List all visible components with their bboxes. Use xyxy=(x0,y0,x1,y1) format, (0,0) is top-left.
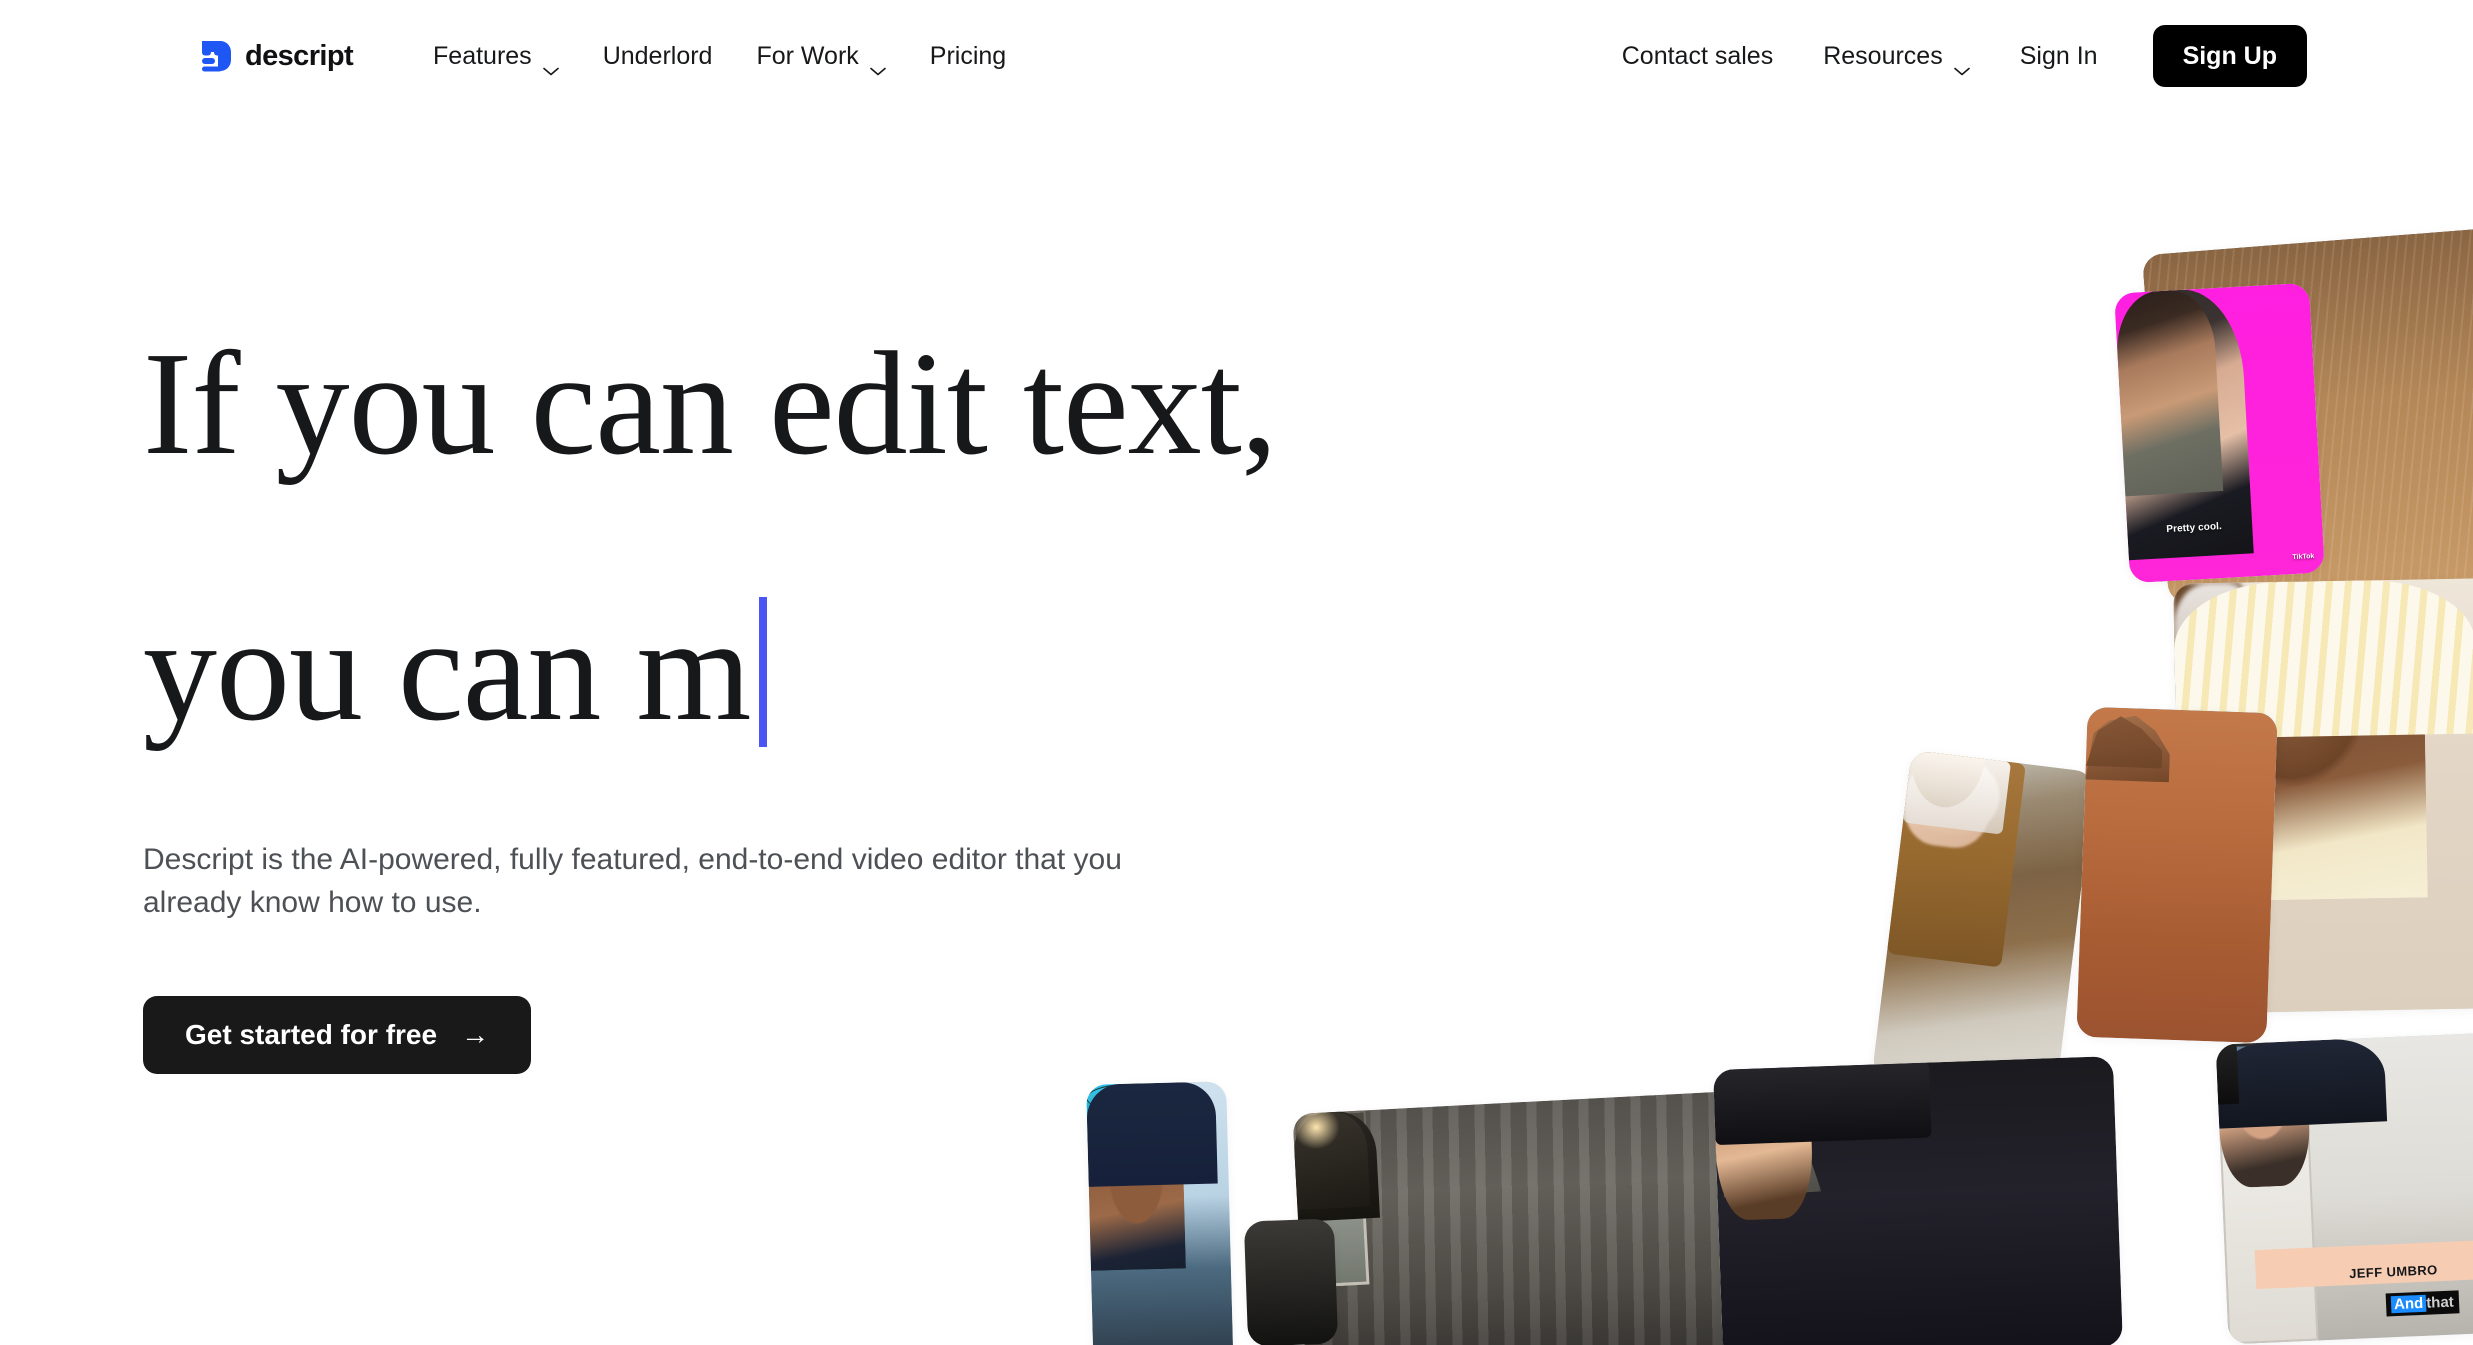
landing-page: descript Features Underlord For Work Pri… xyxy=(0,0,2473,1345)
headline-line-2: you can m xyxy=(143,596,1463,747)
arrow-right-icon: → xyxy=(461,1019,490,1051)
get-started-label: Get started for free xyxy=(185,1019,438,1051)
nav-item-label: Features xyxy=(433,41,532,70)
secondary-nav: Contact sales Resources Sign In Sign Up xyxy=(1597,25,2307,87)
laptop xyxy=(1713,1062,1932,1146)
headline-line-2-text: you can m xyxy=(143,588,751,752)
jeff-microphone xyxy=(2215,1043,2240,1105)
tiktok-watermark: TikTok xyxy=(2292,553,2315,562)
chevron-down-icon xyxy=(542,54,559,75)
site-header: descript Features Underlord For Work Pri… xyxy=(0,0,2473,112)
headline-line-1: If you can edit text, xyxy=(143,322,1278,486)
page-title: If you can edit text, you can m xyxy=(143,330,1463,747)
nav-item-sign-in[interactable]: Sign In xyxy=(1995,32,2123,81)
collage-card-headphones-editor[interactable] xyxy=(1713,1056,2123,1345)
sign-up-button[interactable]: Sign Up xyxy=(2152,25,2307,87)
collage-card-pink-duo[interactable]: Pretty cool. TikTok xyxy=(2114,282,2325,584)
chevron-down-icon xyxy=(1953,54,1970,75)
collage-card-kitchen-hands[interactable] xyxy=(1871,749,2096,1101)
jeff-caption-rest: that xyxy=(2425,1293,2455,1312)
text-caret-icon xyxy=(758,597,767,747)
collage-card-dark-sliver[interactable] xyxy=(1243,1218,1339,1345)
hero-subheading: Descript is the AI-powered, fully featur… xyxy=(143,843,1122,919)
nav-item-underlord[interactable]: Underlord xyxy=(581,32,735,81)
nav-item-label: Pricing xyxy=(929,41,1007,70)
brand-name: descript xyxy=(245,39,354,72)
collage-card-desert[interactable] xyxy=(2076,706,2278,1044)
descript-logo-icon xyxy=(200,39,232,73)
studio-lamp-glow xyxy=(1292,1111,1340,1151)
nav-item-label: For Work xyxy=(756,41,859,70)
glasses-shirt xyxy=(1086,1081,1218,1187)
duo-person-right xyxy=(2114,288,2223,497)
nav-item-features[interactable]: Features xyxy=(411,32,581,81)
jeff-caption: And that xyxy=(2385,1290,2460,1317)
nav-item-label: Sign In xyxy=(2019,41,2098,70)
nav-item-label: Resources xyxy=(1823,41,1943,70)
primary-nav: descript Features Underlord For Work Pri… xyxy=(200,32,1028,81)
chevron-down-icon xyxy=(869,54,886,75)
get-started-button[interactable]: Get started for free → xyxy=(143,996,532,1075)
nav-item-label: Contact sales xyxy=(1621,41,1774,70)
collage-card-jeff-umbro[interactable]: JEFF UMBRO And that xyxy=(2215,1031,2473,1345)
nav-item-pricing[interactable]: Pricing xyxy=(908,32,1028,81)
collage-card-podcast-studio[interactable] xyxy=(1292,1090,1763,1345)
hero-section: If you can edit text, you can m Descript… xyxy=(143,330,1463,1075)
nav-item-label: Underlord xyxy=(602,41,713,70)
brand-logo-link[interactable]: descript xyxy=(200,39,354,73)
kitchen-jar xyxy=(1902,749,2011,835)
jeff-caption-highlight: And xyxy=(2390,1294,2427,1314)
nav-item-contact-sales[interactable]: Contact sales xyxy=(1597,32,1798,81)
collage-card-glasses-portrait[interactable]: a lot of takes when recording xyxy=(1086,1081,1234,1345)
jeff-person-body xyxy=(2215,1037,2388,1129)
nav-item-for-work[interactable]: For Work xyxy=(734,32,907,81)
nav-item-resources[interactable]: Resources xyxy=(1798,32,1995,81)
